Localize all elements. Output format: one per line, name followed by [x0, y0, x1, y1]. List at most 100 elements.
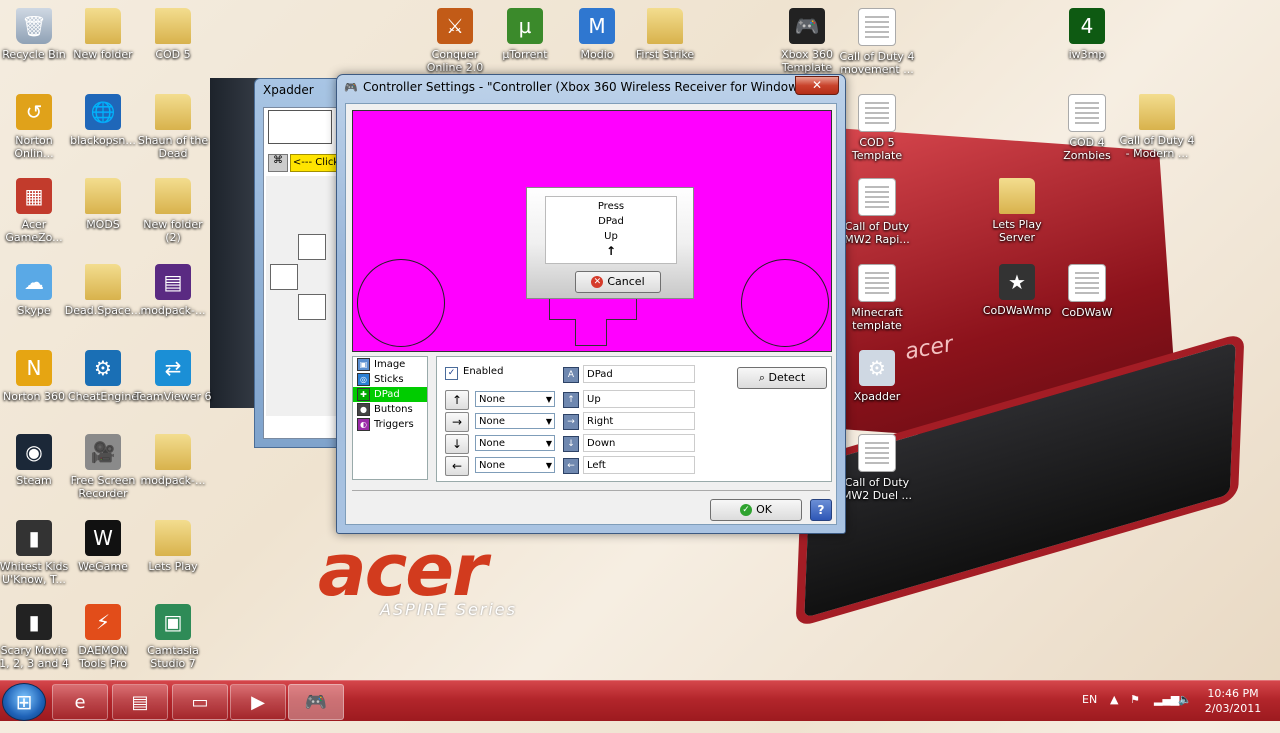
application-icon: µ: [507, 8, 543, 44]
xpadder-key[interactable]: [298, 294, 326, 320]
desktop-icon[interactable]: COD 5 Template: [838, 94, 916, 162]
desktop-icon[interactable]: Dead.Space...: [64, 264, 142, 317]
arrow-right-button[interactable]: →: [445, 412, 469, 432]
desktop-icon[interactable]: MODS: [64, 178, 142, 231]
right-mapping-select[interactable]: None ▼: [475, 413, 555, 429]
desktop-icon[interactable]: ▮ Scary Movie 1, 2, 3 and 4: [0, 604, 73, 670]
desktop-icon[interactable]: ▦ Acer GameZo...: [0, 178, 73, 244]
help-button[interactable]: ?: [810, 499, 832, 521]
desktop-icon[interactable]: Call of Duty 4 movement ...: [838, 8, 916, 76]
gamepad-icon[interactable]: ⌘: [268, 154, 288, 172]
category-item-sticks[interactable]: ◎ Sticks: [353, 372, 427, 387]
arrow-left-button[interactable]: ←: [445, 456, 469, 476]
folder-icon[interactable]: ▭: [172, 684, 228, 720]
arrow-down-button[interactable]: ↓: [445, 434, 469, 454]
xpadder-key[interactable]: [298, 234, 326, 260]
desktop-icon[interactable]: ⚡ DAEMON Tools Pro: [64, 604, 142, 670]
language-indicator[interactable]: EN: [1082, 693, 1097, 733]
desktop-icon[interactable]: 🌐 blackopsn...: [64, 94, 142, 147]
desktop-icon[interactable]: First Strike: [626, 8, 704, 61]
desktop-icon[interactable]: Call of Duty MW2 Duel ...: [838, 434, 916, 502]
desktop-icon-label: MODS: [86, 218, 120, 231]
system-clock[interactable]: 10:46 PM 2/03/2011: [1198, 686, 1268, 716]
desktop-icon[interactable]: 🎥 Free Screen Recorder: [64, 434, 142, 500]
desktop-icon[interactable]: ★ CoDWaWmp: [978, 264, 1056, 317]
up-name-field[interactable]: Up: [583, 390, 695, 408]
desktop-icon-label: modpack-...: [140, 304, 206, 317]
desktop-icon[interactable]: ⚙ Xpadder: [838, 350, 916, 403]
desktop-icon[interactable]: New folder (2): [134, 178, 212, 244]
desktop-icon[interactable]: ↺ Norton Onlin...: [0, 94, 73, 160]
desktop-icon[interactable]: ☁ Skype: [0, 264, 73, 317]
xpadder-taskbar-icon[interactable]: 🎮: [288, 684, 344, 720]
desktop-icon[interactable]: ◉ Steam: [0, 434, 73, 487]
desktop-icon-label: COD 5: [155, 48, 191, 61]
desktop-icon[interactable]: COD 4 Zombies: [1048, 94, 1126, 162]
enabled-label: Enabled: [463, 366, 504, 377]
desktop-icon-label: Lets Play Server: [992, 218, 1042, 244]
enabled-checkbox[interactable]: ✓: [445, 367, 458, 380]
start-button[interactable]: ⊞: [2, 683, 46, 721]
desktop-icon[interactable]: Lets Play Server: [978, 178, 1056, 244]
xpadder-key[interactable]: [270, 264, 298, 290]
desktop-icon[interactable]: µ µTorrent: [486, 8, 564, 61]
desktop-icon[interactable]: Shaun of the Dead: [134, 94, 212, 160]
internet-explorer-icon[interactable]: e: [52, 684, 108, 720]
down-name-field[interactable]: Down: [583, 434, 695, 452]
desktop-icon[interactable]: ⚔ Conquer Online 2.0: [416, 8, 494, 74]
document-icon: [858, 264, 896, 302]
category-item-triggers[interactable]: ◐ Triggers: [353, 417, 427, 432]
ok-button[interactable]: ✓ OK: [710, 499, 802, 521]
flag-icon[interactable]: ⚑: [1130, 693, 1140, 733]
dpad-name-field[interactable]: DPad: [583, 365, 695, 383]
desktop-icon[interactable]: ⚙ CheatEngine: [64, 350, 142, 403]
select-value: None: [479, 438, 506, 449]
desktop-icon[interactable]: COD 5: [134, 8, 212, 61]
desktop-icon-label: Norton Onlin...: [14, 134, 54, 160]
dpad-outline-stem: [575, 319, 607, 346]
desktop-icon[interactable]: modpack-...: [134, 434, 212, 487]
category-item-dpad[interactable]: ✚ DPad: [353, 387, 427, 402]
left-stick-outline[interactable]: [357, 259, 445, 347]
cancel-button[interactable]: ✕ Cancel: [575, 271, 661, 293]
up-mapping-select[interactable]: None ▼: [475, 391, 555, 407]
desktop-icon[interactable]: 🎮 Xbox 360 Template: [768, 8, 846, 74]
taskbar: ⊞ e ▤ ▭ ▶ 🎮 EN ▲ ⚑ ▂▄▆ 🔈 10:46 PM 2/03/2…: [0, 680, 1280, 721]
desktop-icon[interactable]: Call of Duty 4 - Modern ...: [1118, 94, 1196, 160]
left-name-field[interactable]: Left: [583, 456, 695, 474]
screen-recorder-icon[interactable]: ▶: [230, 684, 286, 720]
desktop-icon[interactable]: 4 iw3mp: [1048, 8, 1126, 61]
show-hidden-icons[interactable]: ▲: [1110, 693, 1118, 733]
network-icon[interactable]: ▂▄▆: [1154, 693, 1179, 733]
chevron-down-icon: ▼: [545, 439, 552, 448]
category-item-image[interactable]: ▣ Image: [353, 357, 427, 372]
right-name-field[interactable]: Right: [583, 412, 695, 430]
category-item-buttons[interactable]: ● Buttons: [353, 402, 427, 417]
right-stick-outline[interactable]: [741, 259, 829, 347]
desktop-icon[interactable]: Call of Duty MW2 Rapi...: [838, 178, 916, 246]
press-prompt-text: Press DPad Up ↑: [545, 196, 677, 264]
arrow-up-button[interactable]: ↑: [445, 390, 469, 410]
desktop-icon[interactable]: Minecraft template: [838, 264, 916, 332]
desktop-icon[interactable]: M Modio: [558, 8, 636, 61]
desktop-icon[interactable]: New folder: [64, 8, 142, 61]
desktop-icon[interactable]: W WeGame: [64, 520, 142, 573]
detect-button[interactable]: ⌕ Detect: [737, 367, 827, 389]
close-button[interactable]: ✕: [795, 76, 839, 95]
volume-icon[interactable]: 🔈: [1178, 693, 1192, 733]
desktop-icon[interactable]: CoDWaW: [1048, 264, 1126, 319]
desktop-icon[interactable]: ▤ modpack-...: [134, 264, 212, 317]
desktop-icon[interactable]: 🗑 Recycle Bin: [0, 8, 73, 61]
triggers-icon: ◐: [357, 418, 370, 431]
file-explorer-icon[interactable]: ▤: [112, 684, 168, 720]
desktop-icon[interactable]: ▣ Camtasia Studio 7: [134, 604, 212, 670]
xpadder-controller-image[interactable]: [268, 110, 332, 144]
desktop-icon[interactable]: ⇄ TeamViewer 6: [134, 350, 212, 403]
desktop-icon[interactable]: N Norton 360: [0, 350, 73, 403]
down-mapping-select[interactable]: None ▼: [475, 435, 555, 451]
left-mapping-select[interactable]: None ▼: [475, 457, 555, 473]
desktop-icon[interactable]: ▮ Whitest Kids U'Know, T...: [0, 520, 73, 586]
xpadder-click-hint[interactable]: <--- Click: [290, 154, 342, 172]
desktop-icon[interactable]: Lets Play: [134, 520, 212, 573]
folder-icon: [155, 520, 191, 556]
